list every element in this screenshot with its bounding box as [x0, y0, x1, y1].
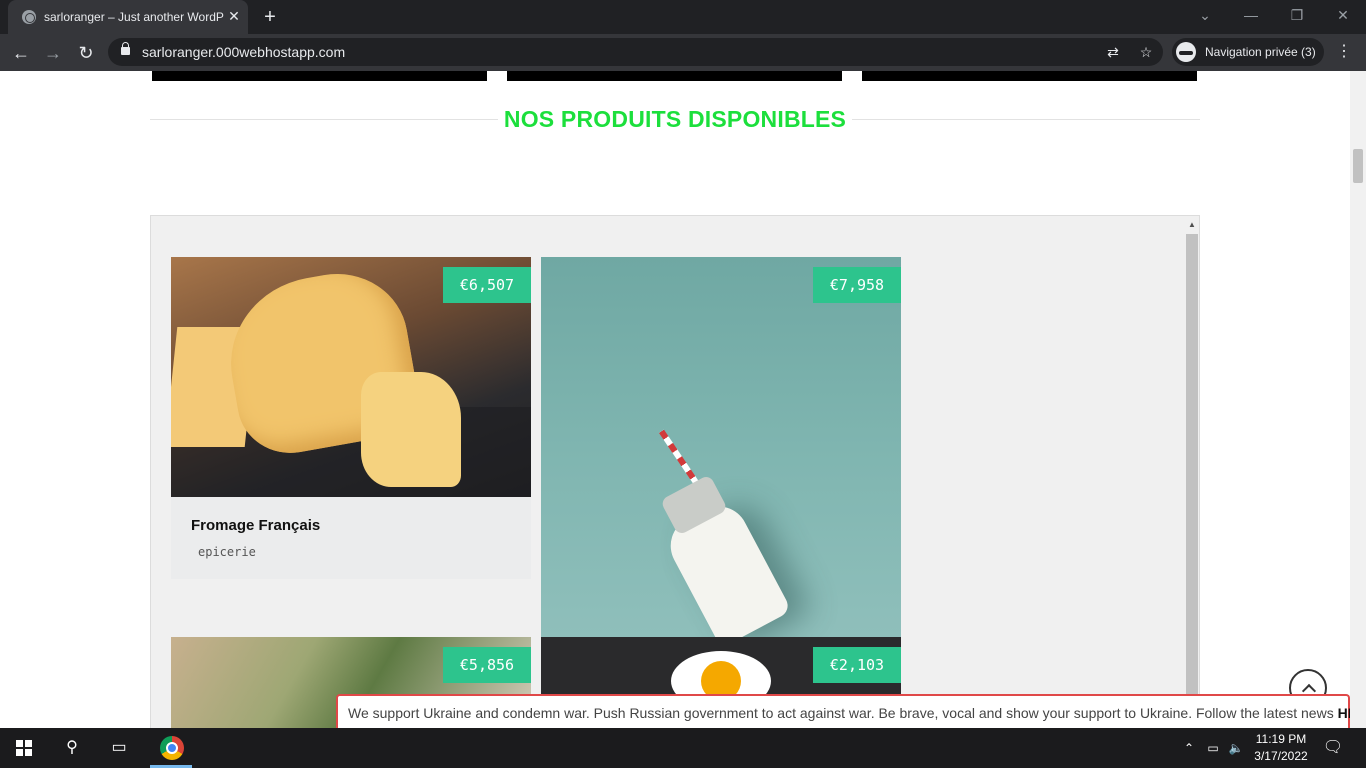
incognito-icon [1176, 42, 1196, 62]
close-window-button[interactable]: ✕ [1328, 4, 1358, 26]
url-text[interactable]: sarloranger.000webhostapp.com [142, 44, 345, 60]
banner-link[interactable]: HERE [1338, 705, 1350, 721]
price-badge: €2,103 [813, 647, 901, 683]
incognito-profile-button[interactable]: Navigation privée (3) [1172, 38, 1324, 66]
banner-text: We support Ukraine and condemn war. Push… [348, 705, 1350, 721]
tab-search-icon[interactable]: ⌄ [1190, 4, 1220, 26]
product-image-milk[interactable] [541, 257, 901, 637]
page-scroll-thumb[interactable] [1353, 149, 1363, 183]
price-badge: €6,507 [443, 267, 531, 303]
notifications-icon[interactable]: 🗨 [1321, 736, 1345, 760]
restore-button[interactable]: ❐ [1282, 4, 1312, 26]
banner-message: We support Ukraine and condemn war. Push… [348, 705, 1338, 721]
image-cheese-chunk [361, 372, 461, 487]
lock-icon[interactable] [121, 42, 130, 55]
volume-icon[interactable]: 🔈 [1224, 736, 1248, 760]
search-icon[interactable]: ⚲ [60, 736, 84, 760]
minimize-button[interactable]: — [1236, 4, 1266, 26]
back-button[interactable]: ← [8, 40, 34, 66]
banner-image-1[interactable] [152, 71, 487, 81]
show-hidden-icons-icon[interactable]: ⌃ [1177, 736, 1201, 760]
product-grid-scrollbar[interactable]: ▲ [1184, 216, 1199, 728]
product-name[interactable]: Fromage Français [191, 517, 320, 534]
profile-label: Navigation privée (3) [1205, 45, 1316, 59]
address-bar[interactable]: sarloranger.000webhostapp.com ⇄ ☆ [108, 38, 1163, 66]
windows-taskbar: ⚲ ▭ ⌃ ▭ 🔈 11:19 PM 3/17/2022 🗨 [0, 728, 1366, 768]
page-scrollbar[interactable] [1350, 71, 1366, 728]
forward-button[interactable]: → [40, 40, 66, 66]
task-view-icon[interactable]: ▭ [107, 736, 131, 760]
price-badge: €5,856 [443, 647, 531, 683]
banner-image-3[interactable] [862, 71, 1197, 81]
product-card[interactable]: €6,507 Fromage Français epicerie [171, 257, 531, 579]
section-title: NOS PRODUITS DISPONIBLES [503, 106, 847, 132]
browser-tab[interactable]: sarloranger – Just another WordPress sit… [8, 0, 248, 34]
ukraine-support-banner: We support Ukraine and condemn war. Push… [336, 694, 1350, 728]
clock-date: 3/17/2022 [1254, 749, 1308, 763]
browser-toolbar: ← → ↻ sarloranger.000webhostapp.com ⇄ ☆ … [0, 34, 1366, 71]
windows-start-icon[interactable] [16, 740, 32, 756]
chrome-icon[interactable] [160, 736, 184, 760]
scroll-up-arrow-icon[interactable]: ▲ [1188, 221, 1196, 229]
browser-menu-icon[interactable]: ⋮ [1334, 40, 1354, 64]
reload-button[interactable]: ↻ [73, 40, 99, 66]
globe-icon [22, 10, 36, 24]
browser-tab-bar: sarloranger – Just another WordPress sit… [0, 0, 1366, 34]
product-grid: €6,507 Fromage Français epicerie €7,958 … [150, 215, 1200, 728]
new-tab-button[interactable]: + [259, 6, 281, 28]
bookmark-star-icon[interactable]: ☆ [1136, 42, 1156, 62]
product-card[interactable]: €7,958 [541, 257, 901, 637]
product-info: Fromage Français epicerie [171, 497, 531, 579]
battery-icon[interactable]: ▭ [1201, 736, 1225, 760]
system-clock[interactable]: 11:19 PM 3/17/2022 [1248, 731, 1314, 765]
close-tab-icon[interactable]: ✕ [226, 8, 242, 24]
tab-title: sarloranger – Just another WordPress sit… [44, 10, 224, 24]
page-content: NOS PRODUITS DISPONIBLES €6,507 Fromage … [0, 71, 1350, 728]
translate-icon[interactable]: ⇄ [1103, 42, 1123, 62]
price-badge: €7,958 [813, 267, 901, 303]
banner-image-2[interactable] [507, 71, 842, 81]
product-category[interactable]: epicerie [198, 545, 256, 559]
clock-time: 11:19 PM [1255, 732, 1307, 746]
product-grid-scroll-thumb[interactable] [1186, 234, 1198, 728]
